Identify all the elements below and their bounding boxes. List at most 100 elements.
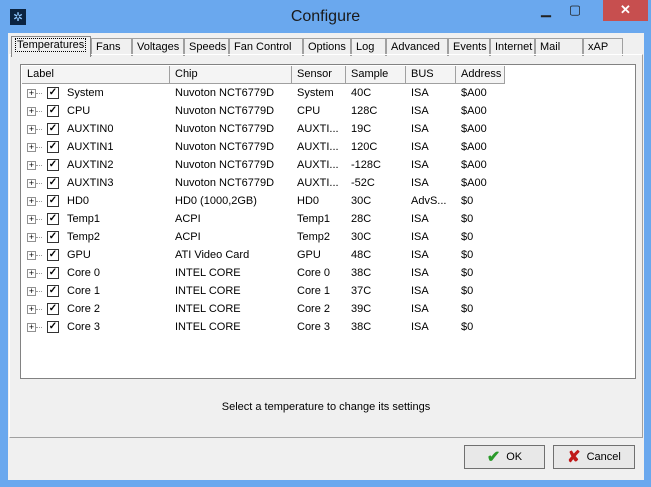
- enabled-checkbox[interactable]: ✓: [47, 195, 59, 207]
- cell-label: Temp1: [67, 213, 101, 225]
- tree-line: [36, 128, 42, 130]
- hint-text: Select a temperature to change its setti…: [221, 401, 431, 413]
- table-row[interactable]: + ✓ AUXTIN0 Nuvoton NCT6779D AUXTI... 19C ISA $…: [22, 120, 505, 138]
- tab-label: Fans: [96, 41, 121, 53]
- tree-line: [36, 326, 42, 328]
- enabled-checkbox[interactable]: ✓: [47, 321, 59, 333]
- column-header-bus[interactable]: BUS: [406, 66, 456, 84]
- tab-label: Voltages: [137, 41, 180, 53]
- minimize-button[interactable]: ▁: [533, 0, 559, 21]
- table-row[interactable]: + ✓ System Nuvoton NCT6779D System 40C ISA $A00: [22, 84, 505, 102]
- tree-line: [36, 164, 42, 166]
- column-header-label[interactable]: Label: [22, 66, 170, 84]
- enabled-checkbox[interactable]: ✓: [47, 141, 59, 153]
- cell-address: $0: [461, 213, 474, 225]
- cell-sample: 30C: [351, 231, 372, 243]
- tree-line: [36, 146, 42, 148]
- expand-icon[interactable]: +: [27, 250, 36, 260]
- cell-address: $A00: [461, 105, 487, 117]
- cell-label: AUXTIN0: [67, 123, 114, 135]
- expand-icon[interactable]: +: [27, 142, 36, 152]
- expand-icon[interactable]: +: [27, 196, 36, 206]
- cell-address: $A00: [461, 123, 487, 135]
- column-header-chip[interactable]: Chip: [170, 66, 292, 84]
- cell-chip: INTEL CORE: [175, 267, 241, 279]
- expand-icon[interactable]: +: [27, 322, 36, 332]
- tab-label: Speeds: [189, 41, 227, 53]
- cell-sensor: Core 3: [297, 321, 331, 333]
- table-row[interactable]: + ✓ Core 1 INTEL CORE Core 1 37C ISA $0: [22, 282, 505, 300]
- table-row[interactable]: + ✓ Core 3 INTEL CORE Core 3 38C ISA $0: [22, 318, 505, 336]
- expand-icon[interactable]: +: [27, 268, 36, 278]
- x-icon: ✘: [567, 449, 581, 466]
- cancel-button[interactable]: ✘ Cancel: [553, 445, 635, 469]
- enabled-checkbox[interactable]: ✓: [47, 231, 59, 243]
- tree-line: [36, 290, 42, 292]
- table-row[interactable]: + ✓ CPU Nuvoton NCT6779D CPU 128C ISA $A00: [22, 102, 505, 120]
- enabled-checkbox[interactable]: ✓: [47, 285, 59, 297]
- expand-icon[interactable]: +: [27, 88, 36, 98]
- cell-label: AUXTIN3: [67, 177, 114, 189]
- cell-address: $0: [461, 303, 474, 315]
- tree-line: [36, 182, 42, 184]
- temperature-list[interactable]: Label Chip Sensor Sample BUS Address + ✓ System…: [20, 64, 636, 379]
- table-row[interactable]: + ✓ Temp1 ACPI Temp1 28C ISA $0: [22, 210, 505, 228]
- enabled-checkbox[interactable]: ✓: [47, 123, 59, 135]
- tab-temperatures[interactable]: Temperatures: [11, 36, 91, 57]
- enabled-checkbox[interactable]: ✓: [47, 159, 59, 171]
- expand-icon[interactable]: +: [27, 304, 36, 314]
- cell-chip: ACPI: [175, 231, 201, 243]
- tab-panel: Label Chip Sensor Sample BUS Address + ✓ System…: [9, 54, 643, 438]
- maximize-button[interactable]: ▢: [562, 0, 588, 21]
- cell-address: $0: [461, 249, 474, 261]
- enabled-checkbox[interactable]: ✓: [47, 177, 59, 189]
- ok-button[interactable]: ✔ OK: [464, 445, 545, 469]
- table-row[interactable]: + ✓ AUXTIN1 Nuvoton NCT6779D AUXTI... 120C ISA…: [22, 138, 505, 156]
- enabled-checkbox[interactable]: ✓: [47, 303, 59, 315]
- column-header-sample[interactable]: Sample: [346, 66, 406, 84]
- tab-label: Mail: [540, 41, 561, 53]
- close-button[interactable]: ✕: [603, 0, 648, 21]
- column-header-address[interactable]: Address: [456, 66, 505, 84]
- enabled-checkbox[interactable]: ✓: [47, 87, 59, 99]
- tab-label: Internet: [495, 41, 533, 53]
- table-row[interactable]: + ✓ AUXTIN2 Nuvoton NCT6779D AUXTI... -128C IS…: [22, 156, 505, 174]
- expand-icon[interactable]: +: [27, 286, 36, 296]
- expand-icon[interactable]: +: [27, 214, 36, 224]
- list-header: Label Chip Sensor Sample BUS Address: [22, 66, 505, 84]
- cell-sample: 28C: [351, 213, 372, 225]
- table-row[interactable]: + ✓ Core 0 INTEL CORE Core 0 38C ISA $0: [22, 264, 505, 282]
- tab-label: Log: [356, 41, 375, 53]
- column-header-sensor[interactable]: Sensor: [292, 66, 346, 84]
- table-row[interactable]: + ✓ HD0 HD0 (1000,2GB) HD0 30C AdvS... $0: [22, 192, 505, 210]
- table-row[interactable]: + ✓ AUXTIN3 Nuvoton NCT6779D AUXTI... -52C ISA…: [22, 174, 505, 192]
- table-row[interactable]: + ✓ Temp2 ACPI Temp2 30C ISA $0: [22, 228, 505, 246]
- expand-icon[interactable]: +: [27, 232, 36, 242]
- table-row[interactable]: + ✓ GPU ATI Video Card GPU 48C ISA $0: [22, 246, 505, 264]
- cell-chip: ACPI: [175, 213, 201, 225]
- tab-label: Options: [308, 41, 346, 53]
- cell-bus: ISA: [411, 105, 429, 117]
- cell-chip: INTEL CORE: [175, 303, 241, 315]
- title-bar: ✲ Configure ▁ ▢ ✕: [0, 0, 651, 34]
- table-row[interactable]: + ✓ Core 2 INTEL CORE Core 2 39C ISA $0: [22, 300, 505, 318]
- cell-label: Temp2: [67, 231, 101, 243]
- cell-chip: INTEL CORE: [175, 321, 241, 333]
- enabled-checkbox[interactable]: ✓: [47, 249, 59, 261]
- cell-sample: 40C: [351, 87, 372, 99]
- enabled-checkbox[interactable]: ✓: [47, 105, 59, 117]
- cell-chip: Nuvoton NCT6779D: [175, 87, 275, 99]
- cell-chip: Nuvoton NCT6779D: [175, 123, 275, 135]
- tree-line: [36, 272, 42, 274]
- expand-icon[interactable]: +: [27, 160, 36, 170]
- expand-icon[interactable]: +: [27, 178, 36, 188]
- enabled-checkbox[interactable]: ✓: [47, 267, 59, 279]
- cell-address: $A00: [461, 177, 487, 189]
- cell-address: $A00: [461, 159, 487, 171]
- enabled-checkbox[interactable]: ✓: [47, 213, 59, 225]
- tree-line: [36, 110, 42, 112]
- cell-address: $0: [461, 231, 474, 243]
- expand-icon[interactable]: +: [27, 124, 36, 134]
- cell-sensor: AUXTI...: [297, 123, 339, 135]
- expand-icon[interactable]: +: [27, 106, 36, 116]
